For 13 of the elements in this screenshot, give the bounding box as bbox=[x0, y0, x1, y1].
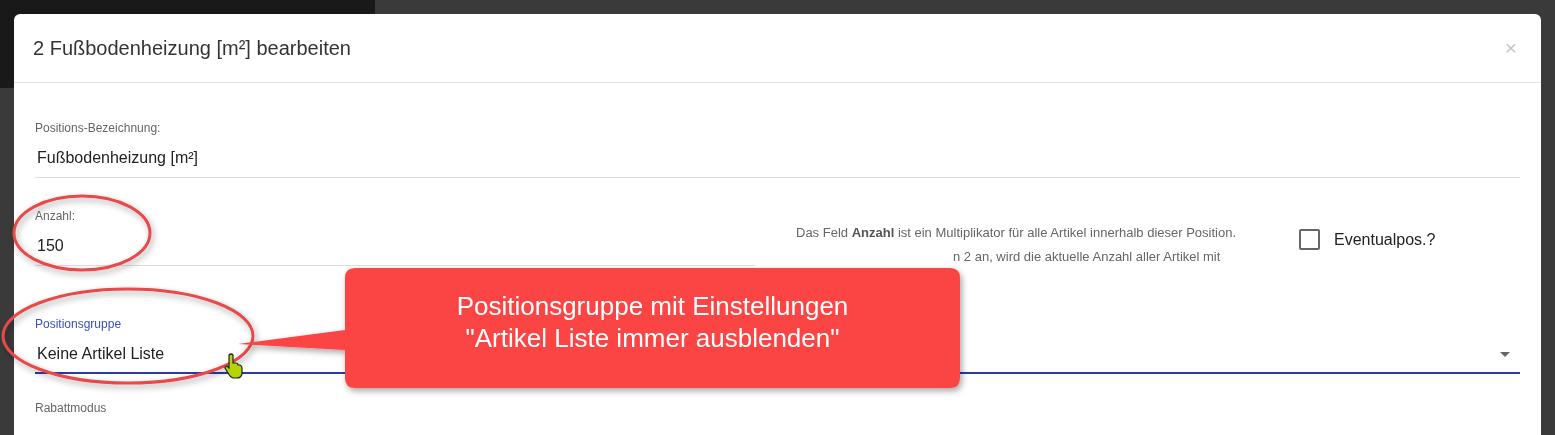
field-label: Positionsgruppe bbox=[35, 317, 122, 331]
field-label: Anzahl: bbox=[35, 209, 76, 223]
checkbox-label: Eventualpos.? bbox=[1334, 230, 1436, 249]
input-field[interactable]: Fußbodenheizung [m²] bbox=[35, 148, 1520, 178]
caret-icon bbox=[1500, 351, 1510, 357]
checkbox[interactable] bbox=[1299, 229, 1320, 250]
input-field[interactable]: 150 bbox=[35, 236, 755, 266]
help-text: n 2 an, wird die aktuelle Anzahl aller Artikel mit bbox=[952, 248, 1222, 266]
hand-cursor-icon bbox=[224, 353, 243, 379]
field-label: Positions-Bezeichnung: bbox=[35, 121, 161, 135]
field-label: Rabattmodus bbox=[35, 401, 107, 415]
dialog-title: 2 Fußbodenheizung [m²] bearbeiten bbox=[33, 36, 351, 60]
help-text: Das Feld Anzahl ist ein Multiplikator für alle Artikel innerhalb dieser Position. bbox=[796, 224, 1238, 242]
